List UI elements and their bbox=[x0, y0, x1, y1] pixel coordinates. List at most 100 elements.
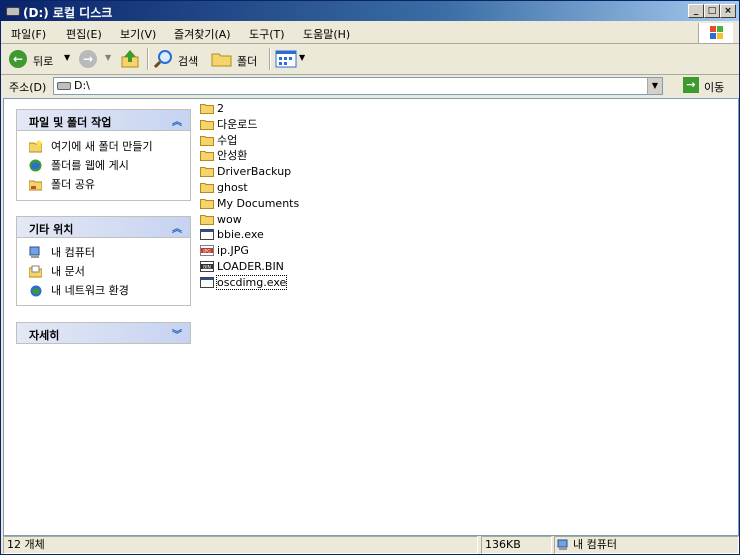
share-folder-icon bbox=[29, 180, 42, 191]
address-dropdown-icon[interactable]: ▼ bbox=[647, 78, 662, 94]
file-item[interactable]: bbie.exe bbox=[200, 227, 299, 243]
folder-icon bbox=[200, 151, 214, 162]
file-folder-tasks-panel: 파일 및 폴더 작업 ︽ 여기에 새 폴더 만들기 폴더를 웹에 게시 폴더 공… bbox=[16, 109, 191, 201]
forward-arrow-icon: → bbox=[79, 50, 97, 68]
file-item[interactable]: BIN LOADER.BIN bbox=[200, 259, 299, 275]
task-share-folder[interactable]: 폴더 공유 bbox=[17, 175, 190, 194]
search-icon bbox=[153, 50, 172, 69]
go-button[interactable]: → 이동 bbox=[683, 77, 735, 95]
file-list: 2 다운로드 수업 안성환 DriverBackup ghost My Docu… bbox=[200, 101, 299, 291]
up-folder-icon bbox=[121, 50, 139, 68]
address-input[interactable]: D:\ ▼ bbox=[53, 77, 663, 95]
folders-label: 폴더 bbox=[237, 55, 258, 68]
task-new-folder[interactable]: 여기에 새 폴더 만들기 bbox=[17, 137, 190, 156]
menu-bar: 파일(F) 편집(E) 보기(V) 즐겨찾기(A) 도구(T) 도움말(H) bbox=[1, 22, 739, 44]
back-dropdown-icon[interactable]: ▼ bbox=[64, 53, 70, 62]
menu-view[interactable]: 보기(V) bbox=[120, 26, 156, 42]
folder-icon bbox=[200, 135, 214, 146]
svg-text:JPG: JPG bbox=[202, 248, 211, 254]
folders-button[interactable]: 폴더 bbox=[211, 48, 263, 70]
globe-icon bbox=[29, 159, 42, 172]
other-places-panel: 기타 위치 ︽ 내 컴퓨터 내 문서 내 네트워크 환경 bbox=[16, 216, 191, 306]
maximize-button[interactable]: □ bbox=[704, 4, 720, 18]
toolbar-separator bbox=[269, 48, 271, 70]
file-item[interactable]: oscdimg.exe bbox=[200, 274, 299, 291]
status-size: 136KB bbox=[481, 536, 552, 554]
explorer-window: (D:) 로컬 디스크 _ □ × 파일(F) 편집(E) 보기(V) 즐겨찾기… bbox=[0, 0, 740, 555]
menu-help[interactable]: 도움말(H) bbox=[303, 26, 350, 42]
views-dropdown-icon[interactable]: ▼ bbox=[299, 53, 305, 62]
panel-header[interactable]: 파일 및 폴더 작업 ︽ bbox=[17, 110, 190, 131]
folder-icon bbox=[200, 198, 214, 209]
menu-file[interactable]: 파일(F) bbox=[11, 26, 46, 42]
file-item[interactable]: 안성환 bbox=[200, 148, 299, 164]
up-button[interactable] bbox=[119, 48, 143, 70]
search-label: 검색 bbox=[178, 55, 199, 68]
status-object-count: 12 개체 bbox=[3, 536, 478, 554]
address-bar: 주소(D) D:\ ▼ → 이동 bbox=[1, 75, 739, 97]
file-item[interactable]: ghost bbox=[200, 180, 299, 196]
panel-header[interactable]: 기타 위치 ︽ bbox=[17, 217, 190, 238]
focused-file-name: oscdimg.exe bbox=[215, 274, 288, 290]
file-item[interactable]: 2 bbox=[200, 101, 299, 117]
folder-icon bbox=[200, 214, 214, 225]
back-arrow-icon: ← bbox=[9, 50, 27, 68]
menu-edit[interactable]: 편집(E) bbox=[66, 26, 102, 42]
panel-title: 자세히 bbox=[29, 329, 60, 342]
menu-favorites[interactable]: 즐겨찾기(A) bbox=[174, 26, 231, 42]
minimize-button[interactable]: _ bbox=[688, 4, 704, 18]
go-arrow-icon: → bbox=[683, 77, 699, 93]
address-label: 주소(D) bbox=[9, 81, 47, 94]
exe-file-icon bbox=[200, 229, 214, 241]
exe-file-icon bbox=[200, 276, 214, 288]
collapse-icon[interactable]: ︽ bbox=[172, 113, 182, 128]
bin-file-icon: BIN bbox=[200, 260, 214, 272]
network-icon bbox=[30, 285, 42, 297]
title-bar[interactable]: (D:) 로컬 디스크 _ □ × bbox=[1, 1, 739, 21]
menu-tools[interactable]: 도구(T) bbox=[249, 26, 285, 42]
documents-icon bbox=[29, 265, 42, 278]
task-publish-web[interactable]: 폴더를 웹에 게시 bbox=[17, 156, 190, 175]
search-button[interactable]: 검색 bbox=[153, 48, 205, 70]
panel-title: 기타 위치 bbox=[29, 223, 74, 236]
views-icon bbox=[275, 50, 297, 68]
folder-icon bbox=[200, 167, 214, 178]
new-folder-icon bbox=[29, 140, 42, 153]
place-my-documents[interactable]: 내 문서 bbox=[17, 262, 190, 281]
back-button[interactable]: ← 뒤로 ▼ bbox=[7, 48, 73, 70]
file-item[interactable]: wow bbox=[200, 212, 299, 228]
close-button[interactable]: × bbox=[720, 4, 736, 18]
windows-logo-icon bbox=[698, 23, 733, 43]
file-item[interactable]: DriverBackup bbox=[200, 164, 299, 180]
address-value: D:\ bbox=[74, 79, 90, 92]
file-item[interactable]: JPG ip.JPG bbox=[200, 243, 299, 259]
folder-icon bbox=[200, 104, 214, 114]
computer-icon bbox=[29, 246, 40, 258]
file-item[interactable]: My Documents bbox=[200, 196, 299, 212]
details-panel: 자세히 ︾ bbox=[16, 322, 191, 344]
jpg-file-icon: JPG bbox=[200, 245, 214, 257]
svg-text:BIN: BIN bbox=[203, 264, 211, 270]
panel-header[interactable]: 자세히 ︾ bbox=[17, 323, 190, 343]
content-area: 파일 및 폴더 작업 ︽ 여기에 새 폴더 만들기 폴더를 웹에 게시 폴더 공… bbox=[3, 98, 739, 536]
toolbar-separator bbox=[147, 48, 149, 70]
file-item[interactable]: 수업 bbox=[200, 133, 299, 149]
expand-icon[interactable]: ︾ bbox=[172, 326, 182, 341]
folder-icon bbox=[200, 182, 214, 193]
forward-button[interactable]: → ▼ bbox=[77, 48, 115, 70]
forward-dropdown-icon[interactable]: ▼ bbox=[105, 53, 111, 62]
folders-icon bbox=[211, 53, 232, 67]
go-label: 이동 bbox=[704, 81, 725, 94]
file-item[interactable]: 다운로드 bbox=[200, 117, 299, 133]
status-bar: 12 개체 136KB 내 컴퓨터 bbox=[1, 535, 739, 554]
toolbar: ← 뒤로 ▼ → ▼ 검색 폴더 ▼ bbox=[1, 44, 739, 75]
status-location: 내 컴퓨터 bbox=[554, 536, 739, 554]
views-button[interactable]: ▼ bbox=[275, 48, 309, 70]
drive-icon bbox=[57, 82, 71, 90]
panel-title: 파일 및 폴더 작업 bbox=[29, 116, 112, 129]
place-network[interactable]: 내 네트워크 환경 bbox=[17, 281, 190, 300]
window-title: (D:) 로컬 디스크 bbox=[23, 6, 113, 20]
collapse-icon[interactable]: ︽ bbox=[172, 220, 182, 235]
computer-icon bbox=[557, 539, 568, 550]
place-my-computer[interactable]: 내 컴퓨터 bbox=[17, 243, 190, 262]
